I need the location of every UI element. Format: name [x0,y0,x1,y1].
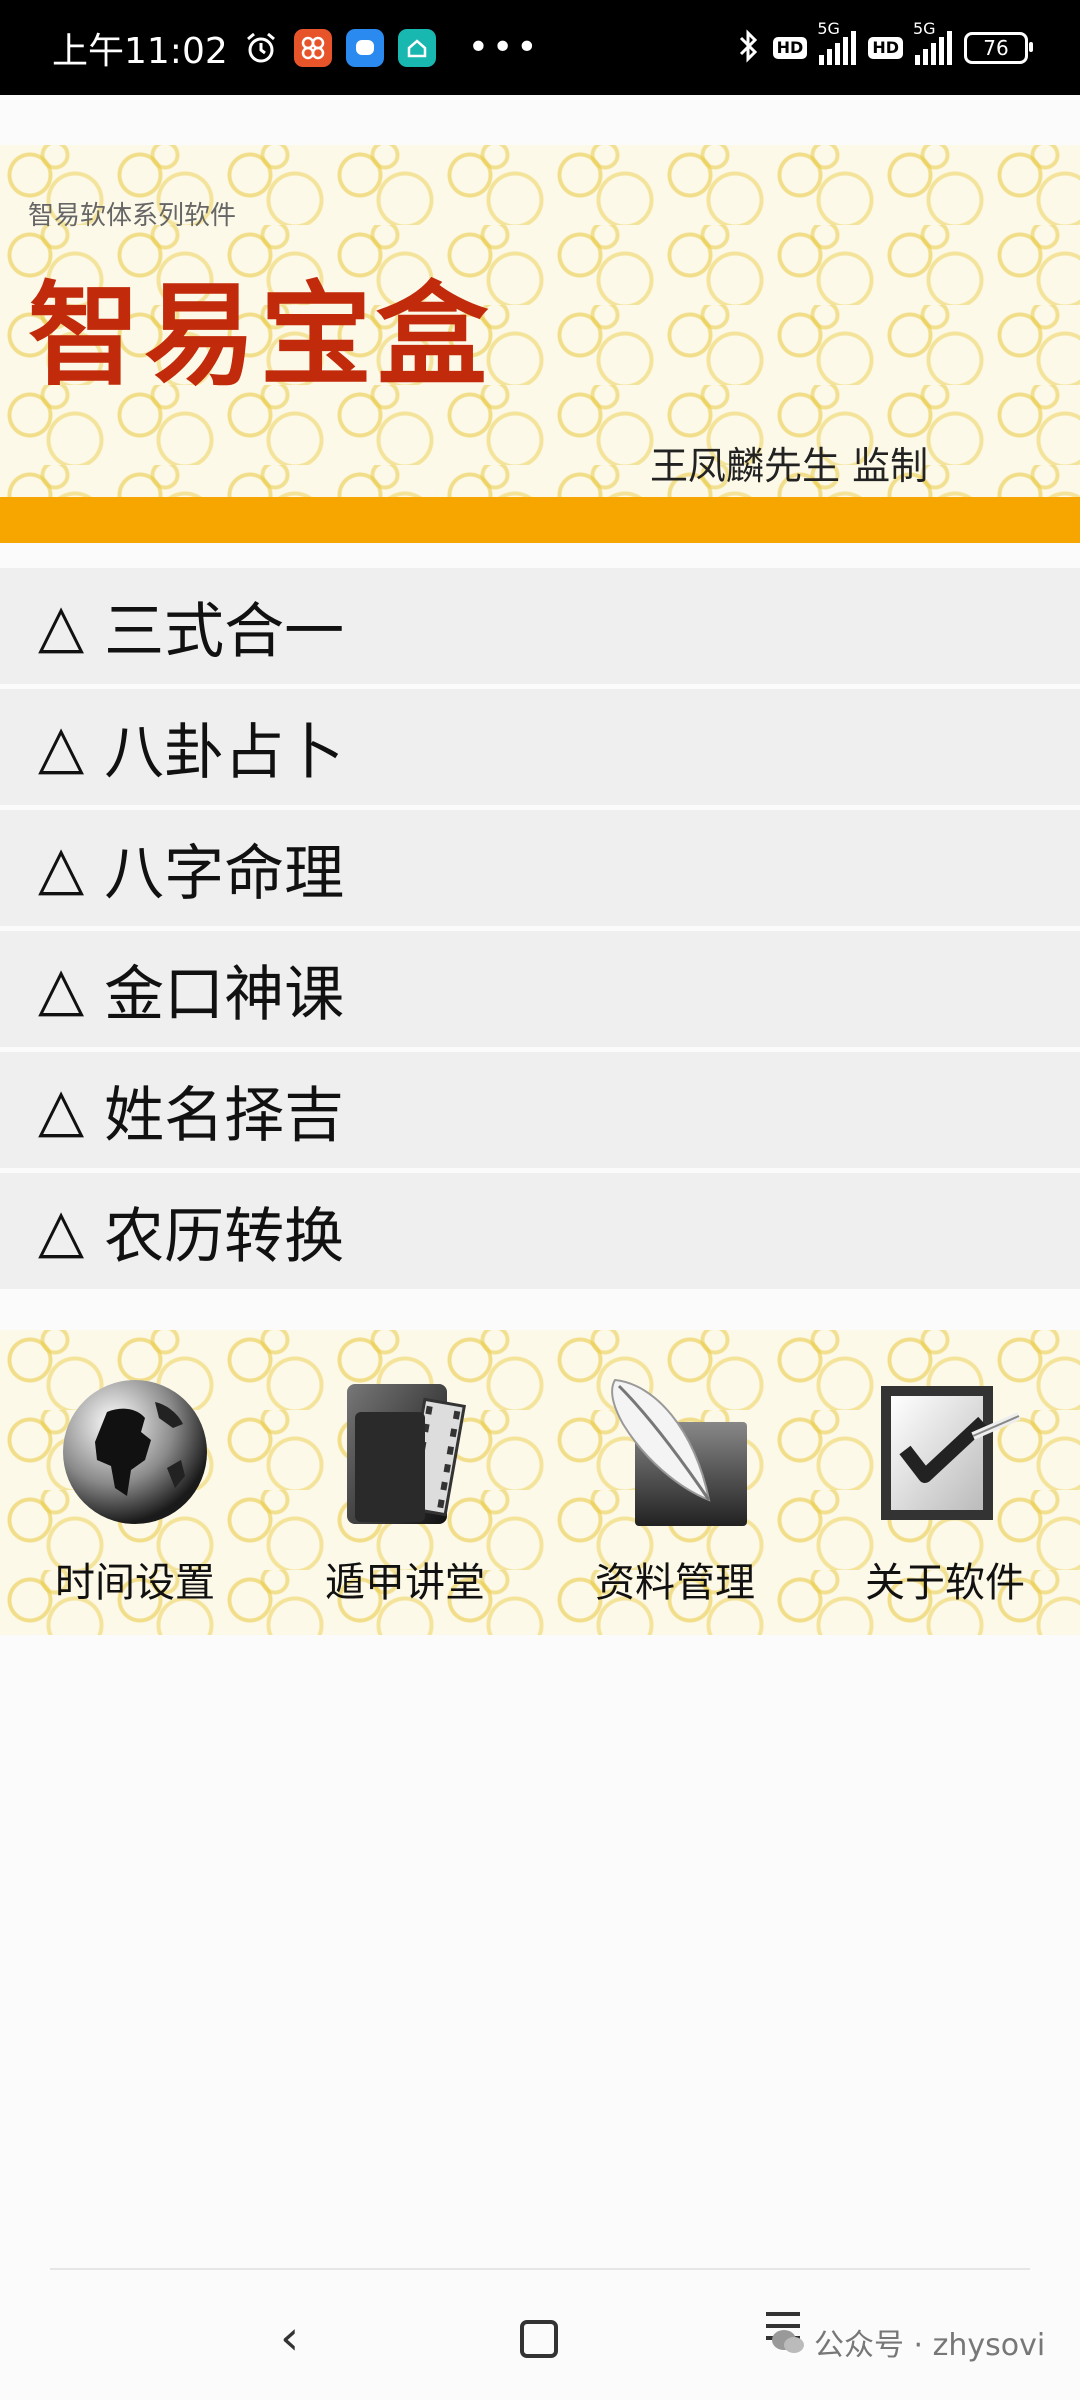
triangle-icon: △ [38,591,85,661]
menu-item-label: 三式合一 [104,596,345,667]
back-button[interactable]: ‹ [280,2310,299,2366]
message-app-icon [345,28,384,67]
tile-label: 遁甲讲堂 [325,1560,485,1606]
battery-level: 76 [983,35,1009,60]
app-credit: 王凤麟先生 监制 [650,444,929,488]
tile-label: 资料管理 [595,1560,755,1606]
triangle-icon: △ [38,1075,85,1145]
film-folder-icon [347,1384,466,1524]
globe-icon [63,1380,207,1524]
wechat-icon [772,2330,804,2353]
bluetooth-icon [737,28,761,67]
tile-about-software[interactable]: 关于软件 [810,1330,1080,1635]
watermark: 公众号 · zhysovi [770,2320,1045,2364]
alarm-icon [242,29,280,67]
menu-item-bazi[interactable]: △ 八字命理 [0,810,1080,926]
feather-icon [611,1378,747,1526]
network-type-label-2: 5G [913,18,936,38]
tile-label: 关于软件 [865,1560,1025,1606]
menu-item-bagua[interactable]: △ 八卦占卜 [0,689,1080,805]
system-nav-bar: ‹ 公众号 · zhysovi [0,2270,1080,2400]
menu-item-nongli[interactable]: △ 农历转换 [0,1173,1080,1289]
signal-icon-1: 5G [817,19,857,65]
tile-label: 时间设置 [55,1560,215,1606]
hd-badge-2: HD [868,36,903,59]
status-time: 上午11:02 [52,30,228,72]
menu-item-label: 姓名择吉 [104,1080,345,1151]
status-bar: 上午11:02 ••• HD 5G HD 5G 76 [0,0,1080,95]
home-app-icon [397,28,436,67]
tile-dunjia-lectures[interactable]: 遁甲讲堂 [270,1330,540,1635]
menu-item-label: 八卦占卜 [104,717,345,788]
menu-item-label: 农历转换 [104,1201,345,1272]
triangle-icon: △ [38,833,85,903]
menu-item-xingming[interactable]: △ 姓名择吉 [0,1052,1080,1168]
menu-item-jinkou[interactable]: △ 金口神课 [0,931,1080,1047]
menu-item-sanshi[interactable]: △ 三式合一 [0,568,1080,684]
app-subtitle: 智易软体系列软件 [28,201,237,231]
tool-tiles: 时间设置 遁甲讲堂 资料管理 关于软件 [0,1330,1080,1635]
checkbox-icon [881,1386,1021,1520]
signal-icon-2: 5G [913,19,952,65]
watermark-text: 公众号 · zhysovi [814,2328,1046,2363]
hd-badge-1: HD [772,36,808,59]
main-menu: △ 三式合一 △ 八卦占卜 △ 八字命理 △ 金口神课 △ 姓名择吉 △ 农历转… [0,568,1080,1294]
menu-item-label: 八字命理 [104,838,345,909]
header-banner: 智易软体系列软件 智易宝盒 王凤麟先生 监制 [0,145,1080,497]
network-type-label-1: 5G [817,18,840,38]
app-notification-icon [293,28,332,67]
triangle-icon: △ [38,954,85,1024]
menu-item-label: 金口神课 [104,959,345,1030]
battery-icon: 76 [964,31,1033,64]
header-divider [0,497,1080,543]
tile-data-management[interactable]: 资料管理 [540,1330,810,1635]
tile-time-settings[interactable]: 时间设置 [0,1330,270,1635]
more-notifications-icon: ••• [467,27,541,68]
triangle-icon: △ [38,712,85,782]
app-title: 智易宝盒 [28,271,492,401]
triangle-icon: △ [38,1196,85,1266]
home-button[interactable] [520,2320,558,2358]
